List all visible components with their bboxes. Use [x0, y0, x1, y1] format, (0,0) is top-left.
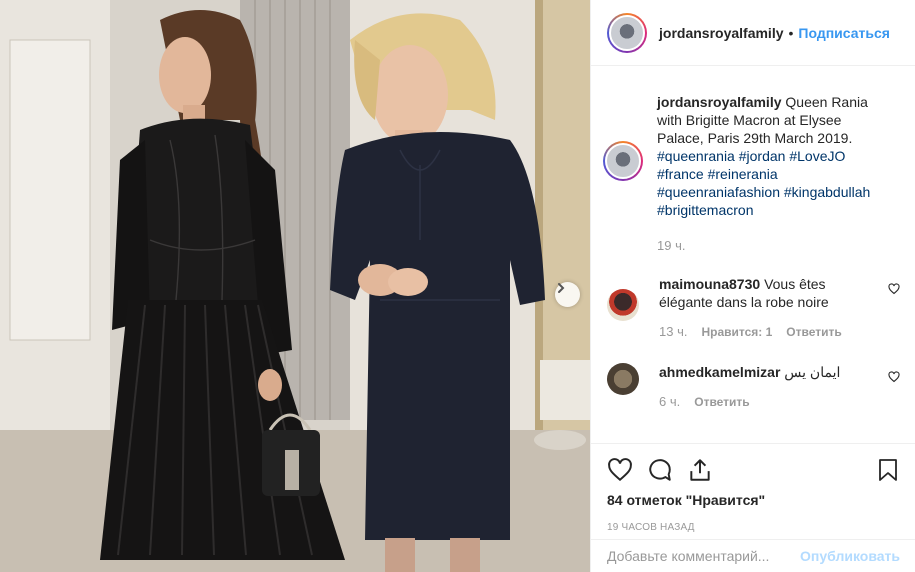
comment-username[interactable]: ahmedkamelmizar — [659, 364, 780, 380]
comment-meta: 6 ч. Ответить — [659, 393, 874, 411]
hashtag[interactable]: #queenrania — [657, 148, 735, 164]
hashtag[interactable]: #queenraniafashion — [657, 184, 780, 200]
caption-body: jordansroyalfamily Queen Rania with Brig… — [657, 93, 872, 255]
share-button[interactable] — [687, 457, 713, 483]
add-comment-form: Опубликовать — [591, 539, 915, 572]
reply-button[interactable]: Ответить — [786, 323, 841, 341]
hashtag[interactable]: #france — [657, 166, 704, 182]
post-sidebar: jordansroyalfamily • Подписаться jordans… — [590, 0, 915, 572]
caption-avatar[interactable] — [603, 141, 643, 181]
comment-icon — [649, 459, 671, 481]
bookmark-icon — [879, 459, 897, 481]
comment-body: maimouna8730 Vous êtes élégante dans la … — [659, 275, 874, 341]
hashtag[interactable]: #LoveJO — [789, 148, 845, 164]
commenter-avatar[interactable] — [607, 363, 639, 395]
heart-icon — [608, 458, 632, 482]
comment-username[interactable]: maimouna8730 — [659, 276, 760, 292]
like-button[interactable] — [607, 457, 633, 483]
comment-meta: 13 ч. Нравится: 1 Ответить — [659, 323, 874, 341]
comment-likes[interactable]: Нравится: 1 — [701, 323, 772, 341]
share-icon — [690, 459, 710, 481]
post-timestamp[interactable]: 19 ЧАСОВ НАЗАД — [607, 522, 900, 533]
heart-icon[interactable] — [888, 283, 900, 295]
comment-item: ahmedkamelmizar ايمان يس 6 ч. Ответить — [591, 363, 915, 411]
comment-text: ايمان يس — [784, 364, 841, 380]
likes-count[interactable]: 84 отметок "Нравится" — [607, 492, 900, 508]
author-avatar[interactable] — [607, 12, 647, 53]
photo-illustration — [0, 0, 590, 572]
post-header: jordansroyalfamily • Подписаться — [591, 0, 915, 66]
heart-icon[interactable] — [888, 371, 900, 383]
comment-time[interactable]: 13 ч. — [659, 323, 687, 341]
comment-body: ahmedkamelmizar ايمان يس 6 ч. Ответить — [659, 363, 874, 411]
hashtag[interactable]: #kingabdullah — [784, 184, 870, 200]
commenter-avatar[interactable] — [607, 289, 639, 321]
hashtag[interactable]: #jordan — [739, 148, 786, 164]
comment-button[interactable] — [647, 457, 673, 483]
hashtag[interactable]: #brigittemacron — [657, 202, 754, 218]
comments-list[interactable]: jordansroyalfamily Queen Rania with Brig… — [591, 67, 915, 443]
caption: jordansroyalfamily Queen Rania with Brig… — [591, 93, 915, 255]
next-photo-button[interactable] — [555, 282, 580, 307]
comment-input[interactable] — [607, 548, 801, 564]
chevron-right-icon — [558, 283, 565, 293]
post-photo[interactable] — [0, 0, 590, 572]
publish-button[interactable]: Опубликовать — [800, 548, 900, 564]
caption-meta: 19 ч. — [657, 237, 872, 255]
caption-time[interactable]: 19 ч. — [657, 237, 685, 255]
reply-button[interactable]: Ответить — [694, 393, 749, 411]
header-separator: • — [788, 24, 794, 41]
comment-item: maimouna8730 Vous êtes élégante dans la … — [591, 275, 915, 341]
comment-time[interactable]: 6 ч. — [659, 393, 680, 411]
caption-username[interactable]: jordansroyalfamily — [657, 94, 782, 110]
save-button[interactable] — [876, 457, 900, 483]
follow-button[interactable]: Подписаться — [798, 25, 890, 41]
hashtag[interactable]: #reinerania — [708, 166, 778, 182]
author-username[interactable]: jordansroyalfamily — [659, 25, 784, 41]
post-actions: 84 отметок "Нравится" 19 ЧАСОВ НАЗАД — [591, 443, 915, 533]
action-icons — [607, 450, 900, 490]
